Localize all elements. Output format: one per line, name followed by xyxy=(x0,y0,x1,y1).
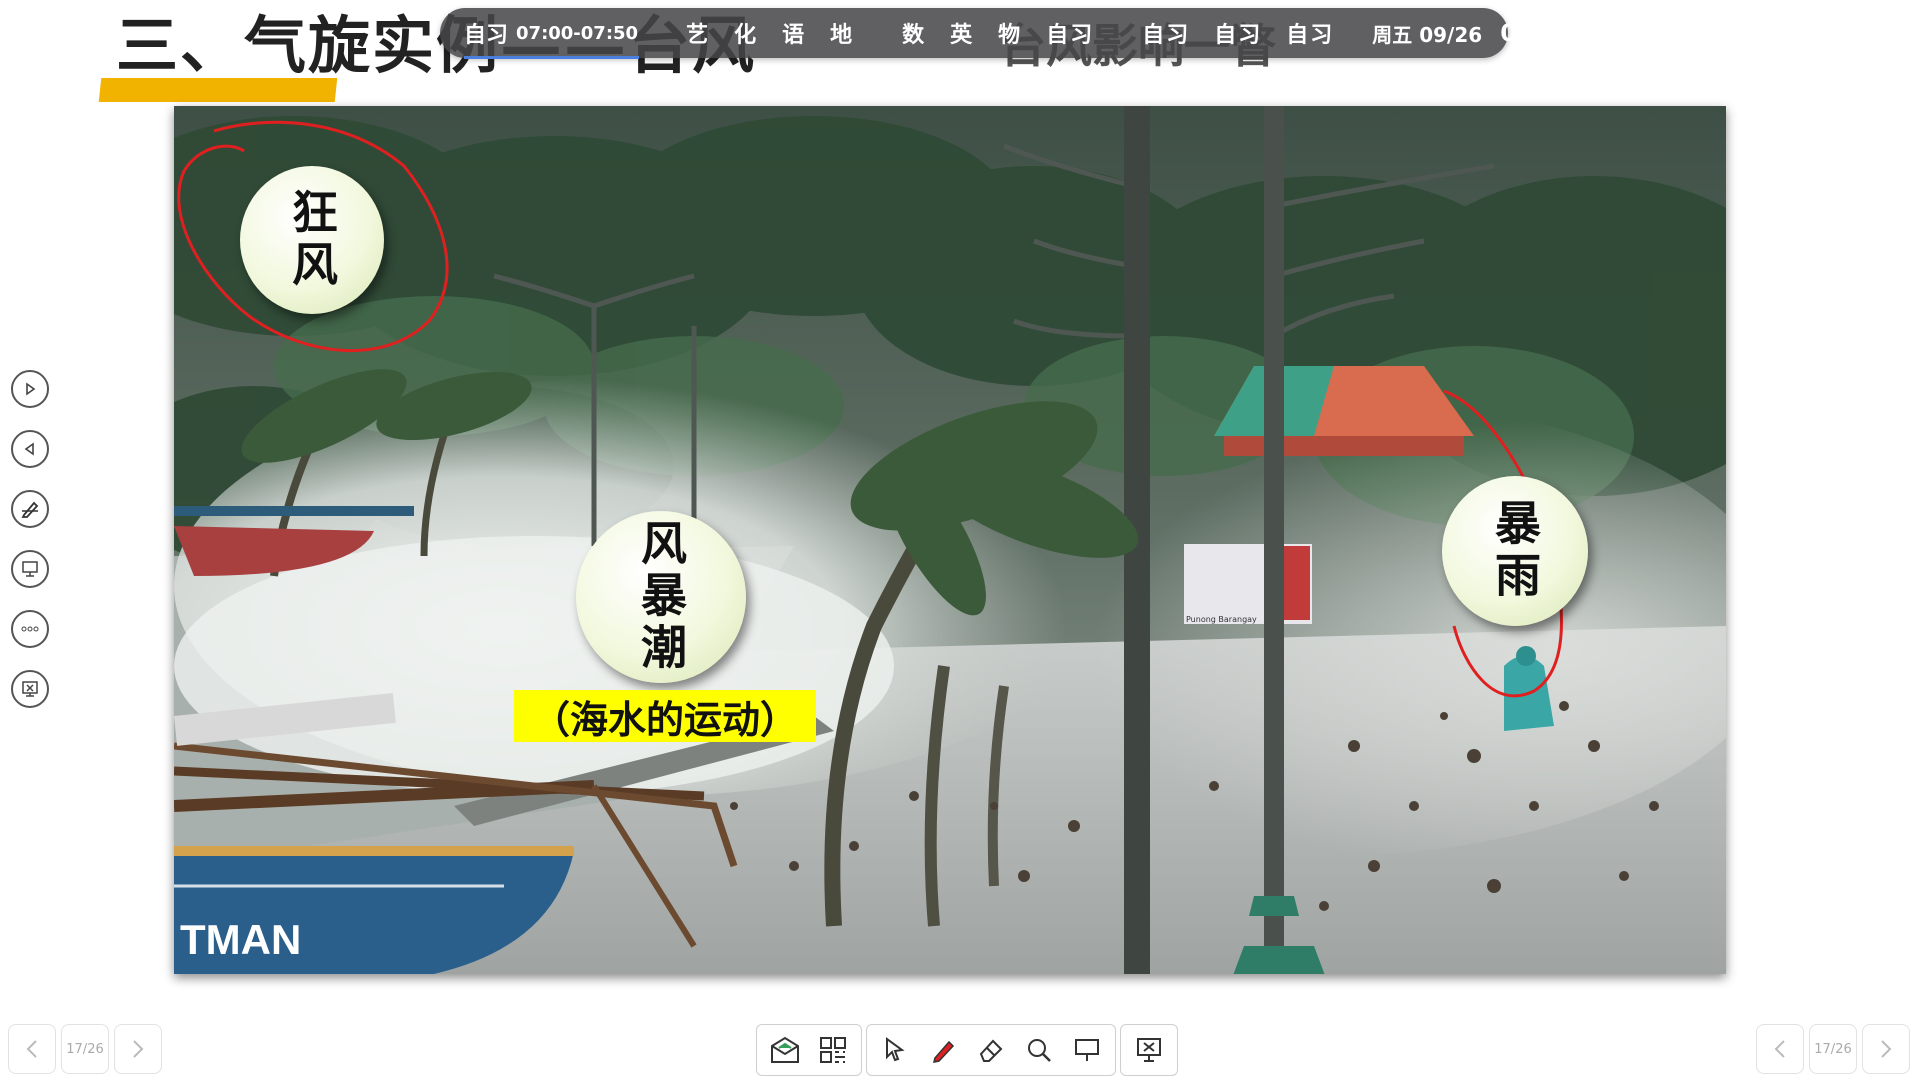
next-page-button-right[interactable] xyxy=(1862,1024,1910,1074)
exit-icon xyxy=(1137,1038,1161,1062)
boat-name-text: TMAN xyxy=(180,916,301,963)
screen-button[interactable] xyxy=(1067,1030,1107,1070)
next-page-button-left[interactable] xyxy=(114,1024,162,1074)
board-tool-button[interactable] xyxy=(11,550,49,588)
schedule-group-1: 艺 化 语 地 xyxy=(676,17,864,49)
subject-item: 自习 xyxy=(1046,23,1095,48)
class-schedule-bar: 自习 07:00-07:50 艺 化 语 地 数 英 物 自习 自习 自习 自习… xyxy=(440,8,1627,59)
play-prev-icon xyxy=(24,442,34,456)
exit-screen-icon xyxy=(22,681,38,697)
mail-icon xyxy=(771,1036,799,1063)
subject-item: 自习 xyxy=(1286,23,1335,48)
subject-item: 地 xyxy=(830,23,855,48)
subject-item: 自习 xyxy=(1142,23,1191,48)
qr-icon xyxy=(820,1037,846,1063)
eraser-button[interactable] xyxy=(971,1030,1011,1070)
subject-item: 英 xyxy=(950,23,975,48)
prev-page-button-left[interactable] xyxy=(8,1024,56,1074)
schedule-group-3: 自习 自习 自习 xyxy=(1132,17,1344,49)
subject-item: 自习 xyxy=(1214,23,1263,48)
eraser-icon xyxy=(979,1039,1003,1062)
exit-screen-button[interactable] xyxy=(11,670,49,708)
pen-tool-button[interactable] xyxy=(11,490,49,528)
more-tools-button[interactable] xyxy=(11,610,49,648)
current-period: 自习 07:00-07:50 xyxy=(454,17,648,59)
chevron-right-icon xyxy=(133,1040,144,1058)
label-storm-surge: 风暴潮 xyxy=(576,511,746,683)
current-period-label: 自习 xyxy=(464,23,509,48)
schedule-date: 周五 09/26 xyxy=(1372,22,1483,47)
board-icon xyxy=(22,561,38,577)
chevron-left-icon xyxy=(1774,1040,1785,1058)
subject-item: 艺 xyxy=(686,23,711,48)
play-next-button[interactable] xyxy=(11,370,49,408)
page-indicator-right: 17/26 xyxy=(1809,1024,1857,1074)
pen-button[interactable] xyxy=(923,1030,963,1070)
more-icon xyxy=(21,626,39,632)
screen-icon xyxy=(1075,1039,1099,1061)
prev-page-button-right[interactable] xyxy=(1756,1024,1804,1074)
subject-item: 数 xyxy=(902,23,927,48)
mail-button[interactable] xyxy=(765,1030,805,1070)
bottom-toolbar xyxy=(756,1024,1178,1076)
schedule-group-2: 数 英 物 自习 xyxy=(892,17,1104,49)
subject-item: 语 xyxy=(782,23,807,48)
toolbar-group-share xyxy=(756,1024,862,1076)
chevron-left-icon xyxy=(26,1040,37,1058)
exit-button[interactable] xyxy=(1129,1030,1169,1070)
qr-code-button[interactable] xyxy=(813,1030,853,1070)
label-heavy-rain: 暴雨 xyxy=(1442,476,1588,626)
subject-item: 物 xyxy=(998,23,1023,48)
schedule-clock: 07:40:39 xyxy=(1500,19,1628,47)
page-indicator-left: 17/26 xyxy=(61,1024,109,1074)
surge-caption: （海水的运动） xyxy=(514,690,816,742)
play-prev-button[interactable] xyxy=(11,430,49,468)
search-icon xyxy=(1028,1039,1051,1062)
label-wind: 狂风 xyxy=(240,166,384,314)
pen-icon xyxy=(21,501,39,518)
toolbar-group-draw xyxy=(866,1024,1116,1076)
chevron-right-icon xyxy=(1881,1040,1892,1058)
play-next-icon xyxy=(26,382,36,396)
cursor-icon xyxy=(886,1037,905,1062)
poster-text: Punong Barangay xyxy=(1186,615,1257,624)
cursor-button[interactable] xyxy=(875,1030,915,1070)
current-period-time: 07:00-07:50 xyxy=(516,22,639,44)
pen-icon xyxy=(932,1040,955,1063)
typhoon-photo: Punong Barangay TMAN 狂风 风暴潮 暴雨 （海水的运动） xyxy=(174,106,1726,974)
toolbar-group-exit xyxy=(1120,1024,1178,1076)
search-button[interactable] xyxy=(1019,1030,1059,1070)
subject-item: 化 xyxy=(734,23,759,48)
period-progress-bar xyxy=(464,56,639,59)
